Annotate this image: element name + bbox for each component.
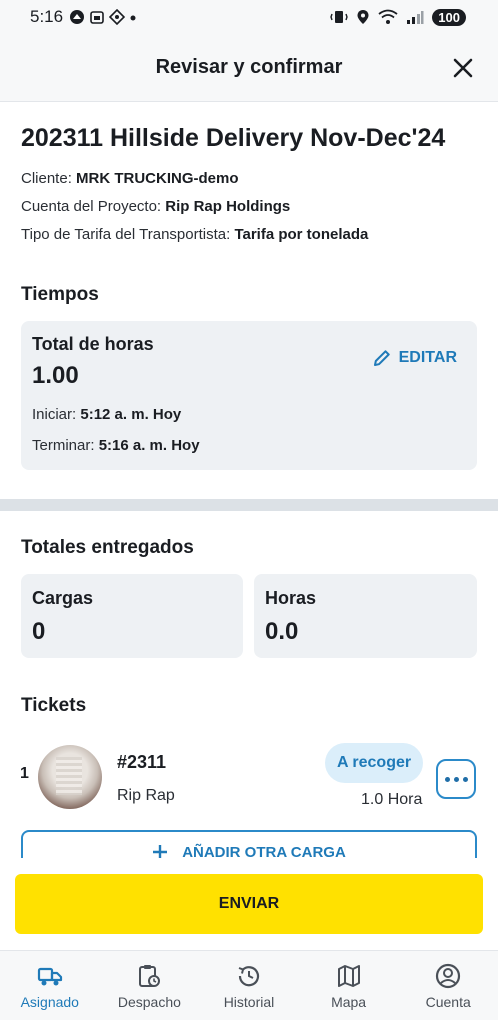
start-value: 5:12 a. m. Hoy — [80, 406, 182, 423]
end-value: 5:16 a. m. Hoy — [98, 437, 200, 454]
client-value: MRK TRUCKING-demo — [76, 170, 239, 187]
calendar-icon — [90, 11, 104, 24]
end-time-line: Terminar: 5:16 a. m. Hoy — [32, 437, 200, 454]
more-dot — [453, 776, 459, 782]
tab-despacho[interactable]: Despacho — [100, 951, 200, 1020]
history-icon — [238, 966, 260, 987]
rate-type-label: Tipo de Tarifa del Transportista: — [21, 226, 235, 243]
loads-label: Cargas — [32, 588, 94, 608]
tab-historial[interactable]: Historial — [199, 951, 299, 1020]
ticket-material: Rip Rap — [117, 787, 175, 804]
ticket-hours: 1.0 Hora — [361, 791, 423, 808]
client-line: Cliente: MRK TRUCKING-demo — [21, 170, 239, 187]
edit-label: EDITAR — [398, 349, 457, 366]
end-label: Terminar: — [32, 437, 99, 454]
vibrate-icon — [330, 11, 349, 23]
tab-label: Asignado — [20, 994, 79, 1010]
rate-type-value: Tarifa por tonelada — [234, 226, 369, 243]
battery-indicator: 100 — [432, 8, 466, 26]
ticket-status-badge: A recoger — [325, 743, 424, 783]
start-time-line: Iniciar: 5:12 a. m. Hoy — [32, 406, 181, 423]
tab-label: Cuenta — [425, 994, 471, 1010]
ticket-index: 1 — [20, 765, 29, 782]
plus-icon — [153, 845, 168, 858]
rate-type-line: Tipo de Tarifa del Transportista: Tarifa… — [21, 226, 368, 243]
start-label: Iniciar: — [32, 406, 81, 423]
hours-value: 0.0 — [265, 618, 299, 645]
hours-label: Horas — [265, 588, 317, 608]
totals-section-title: Totales entregados — [21, 537, 194, 558]
location-icon — [357, 10, 369, 24]
ticket-more-button[interactable] — [436, 759, 476, 799]
wifi-icon — [378, 9, 398, 24]
clipboard-clock-icon — [139, 965, 161, 987]
page-title: Revisar y confirmar — [155, 56, 343, 78]
bottom-navigation: Asignado Despacho Historial Mapa Cuenta — [0, 950, 498, 1020]
close-button[interactable] — [448, 53, 478, 83]
tab-label: Despacho — [117, 994, 181, 1010]
loads-card: Cargas 0 — [21, 574, 243, 658]
notification-icons — [69, 9, 137, 25]
status-time: 5:16 — [30, 7, 64, 26]
send-button[interactable]: ENVIAR — [15, 874, 483, 934]
tab-asignado[interactable]: Asignado — [0, 951, 100, 1020]
ticket-row[interactable]: 1 #2311 Rip Rap A recoger 1.0 Hora — [0, 735, 498, 815]
section-divider — [0, 499, 498, 511]
more-dot — [462, 776, 468, 782]
status-left: 5:16 — [30, 7, 137, 27]
client-label: Cliente: — [21, 170, 77, 187]
loads-value: 0 — [32, 618, 46, 645]
close-icon — [453, 58, 473, 78]
more-notifications-icon — [130, 15, 136, 21]
pencil-icon — [373, 350, 390, 366]
add-load-label: AÑADIR OTRA CARGA — [182, 843, 346, 859]
more-dot — [444, 776, 450, 782]
status-bar: 5:16 100 — [0, 0, 498, 34]
job-title: 202311 Hillside Delivery Nov-Dec'24 — [21, 124, 446, 152]
status-right: 100 — [330, 8, 466, 26]
send-area: ENVIAR — [0, 858, 498, 950]
signal-icon — [407, 11, 424, 24]
notification-app-icon — [70, 10, 85, 24]
hours-card: Horas 0.0 — [254, 574, 477, 658]
tab-label: Mapa — [331, 994, 367, 1010]
map-icon — [337, 965, 360, 987]
ticket-number: #2311 — [117, 752, 167, 772]
total-hours-value: 1.00 — [32, 362, 79, 389]
top-app-bar: Revisar y confirmar — [0, 34, 498, 102]
tickets-section-title: Tickets — [21, 695, 87, 716]
project-value: Rip Rap Holdings — [165, 198, 291, 215]
navigation-app-icon — [109, 9, 126, 25]
account-icon — [436, 963, 461, 989]
times-section-title: Tiempos — [21, 284, 99, 305]
total-hours-label: Total de horas — [32, 334, 154, 354]
project-line: Cuenta del Proyecto: Rip Rap Holdings — [21, 198, 290, 215]
add-load-button[interactable]: AÑADIR OTRA CARGA — [21, 830, 477, 858]
review-content[interactable]: 202311 Hillside Delivery Nov-Dec'24 Clie… — [0, 102, 498, 858]
ticket-photo[interactable] — [38, 745, 102, 809]
times-card: Total de horas 1.00 EDITAR Iniciar: 5:12… — [21, 321, 477, 470]
edit-times-button[interactable]: EDITAR — [373, 349, 457, 367]
tab-cuenta[interactable]: Cuenta — [398, 951, 498, 1020]
tab-label: Historial — [223, 994, 275, 1010]
tab-mapa[interactable]: Mapa — [299, 951, 399, 1020]
truck-icon — [37, 967, 62, 986]
project-label: Cuenta del Proyecto: — [21, 198, 166, 215]
